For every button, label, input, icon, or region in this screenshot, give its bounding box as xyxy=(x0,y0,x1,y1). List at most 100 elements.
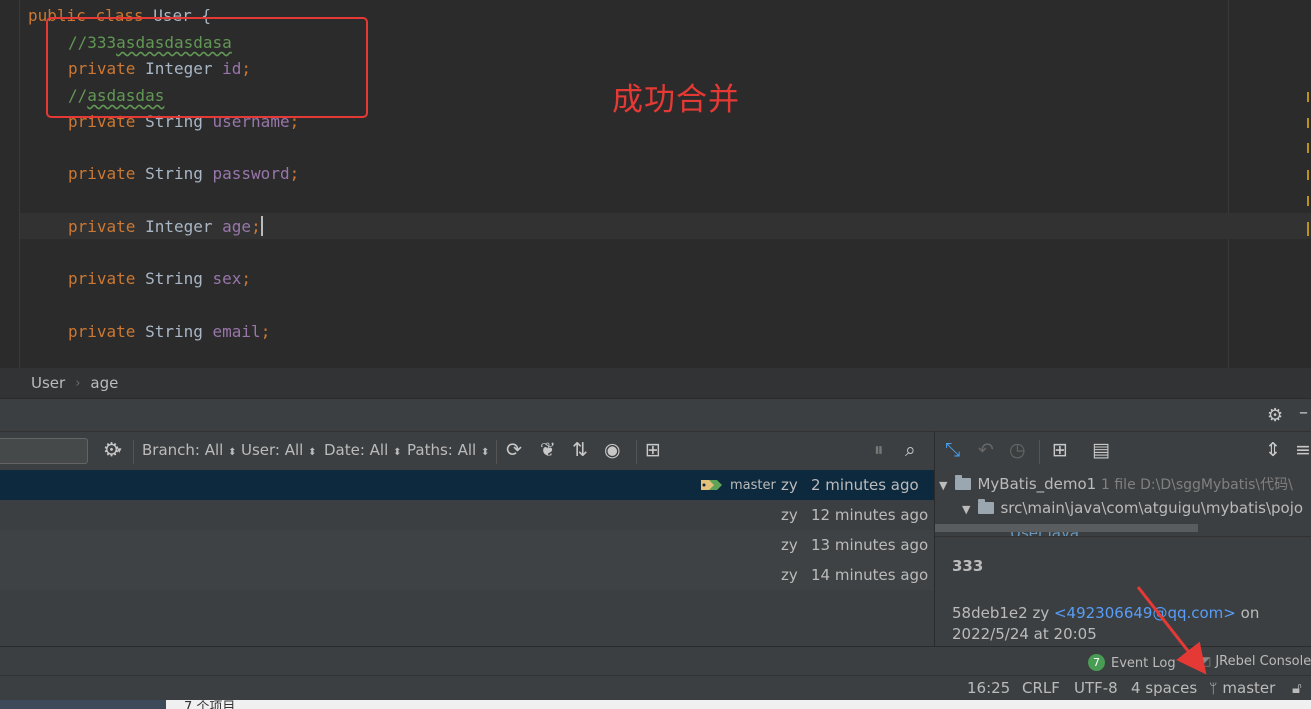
semicolon: ; xyxy=(260,322,271,341)
field-name: email xyxy=(212,322,261,341)
expand-all-icon[interactable]: ⇕ xyxy=(1265,439,1281,461)
text-caret xyxy=(260,216,263,236)
commit-datetime: 2022/5/24 at 20:05 xyxy=(952,625,1097,643)
project-name: MyBatis_demo1 xyxy=(977,475,1097,493)
scroll-marker[interactable] xyxy=(1307,92,1309,102)
user-filter[interactable]: User: All ⬍ xyxy=(241,441,317,459)
author-email-link[interactable]: <492306649@qq.com> xyxy=(1054,604,1236,622)
updown-arrow-icon: ⬍ xyxy=(228,447,237,458)
tool-windows-bar: 7 Event Log ◩ JRebel Console xyxy=(0,646,1311,676)
sort-arrows-icon[interactable]: ⇅ xyxy=(572,439,588,461)
tree-node-project[interactable]: ▼ MyBatis_demo1 1 file D:\D\sggMybatis\代码… xyxy=(939,474,1293,494)
dropdown-arrow-icon: ▾ xyxy=(117,446,122,456)
annotation-text: 成功合并 xyxy=(612,82,740,118)
field-name: sex xyxy=(212,269,242,288)
keyword: private xyxy=(68,164,136,183)
folder-icon xyxy=(955,475,972,490)
scroll-marker[interactable] xyxy=(1307,170,1309,180)
commit-row[interactable]: zy 12 minutes ago xyxy=(0,500,934,530)
file-encoding[interactable]: UTF-8 xyxy=(1074,679,1118,697)
branch-filter-label: Branch: All xyxy=(142,441,224,459)
group-by-icon[interactable]: ⊞ xyxy=(1052,439,1068,461)
search-icon[interactable]: ⌕ xyxy=(905,439,916,461)
commit-date: 14 minutes ago xyxy=(811,566,929,584)
gutter-divider xyxy=(19,0,20,368)
paths-filter[interactable]: Paths: All ⬍ xyxy=(407,441,489,459)
commit-on-label: on xyxy=(1240,604,1260,622)
user-filter-label: User: All xyxy=(241,441,304,459)
diff-arrows-icon[interactable]: ⤡ xyxy=(945,439,960,461)
branch-tag-label: master xyxy=(730,478,776,493)
commit-author: zy xyxy=(781,536,798,554)
code-editor[interactable]: public class User { //333asdasdasdasa pr… xyxy=(0,0,1311,368)
line-separator[interactable]: CRLF xyxy=(1022,679,1060,697)
folder-icon xyxy=(978,499,995,514)
commit-details: 333 58deb1e2 zy <492306649@qq.com> on 20… xyxy=(935,536,1311,647)
expanded-triangle-icon: ▼ xyxy=(939,479,948,492)
log-toolbar: ⚙ ▾ Branch: All ⬍ User: All ⬍ Date: All … xyxy=(0,431,934,471)
cherry-pick-icon[interactable]: ❦ xyxy=(540,439,556,461)
eye-icon[interactable]: ◉ xyxy=(604,439,621,461)
date-filter[interactable]: Date: All ⬍ xyxy=(324,441,401,459)
keyword: private xyxy=(68,322,136,341)
toolbar-separator xyxy=(496,440,497,464)
refresh-icon[interactable]: ⟳ xyxy=(506,439,522,461)
toolbar-separator xyxy=(636,440,637,464)
event-log-label: Event Log xyxy=(1111,656,1176,671)
jrebel-icon: ◩ xyxy=(1200,654,1212,668)
caret-position[interactable]: 16:25 xyxy=(967,679,1010,697)
event-log-button[interactable]: 7 Event Log xyxy=(1088,654,1176,671)
updown-arrow-icon: ⬍ xyxy=(308,447,317,458)
paths-filter-label: Paths: All xyxy=(407,441,477,459)
log-search-input[interactable] xyxy=(0,438,88,464)
tree-node-path[interactable]: ▼ src\main\java\com\atguigu\mybatis\pojo xyxy=(962,499,1303,517)
project-info: 1 file D:\D\sggMybatis\代码\ xyxy=(1101,477,1293,493)
taskbar-region xyxy=(0,700,166,709)
code-line-field-age[interactable]: private Integer age; xyxy=(68,214,263,240)
annotation-highlight-box xyxy=(46,17,368,118)
horizontal-scrollbar[interactable] xyxy=(935,524,1198,532)
keyword: private xyxy=(68,217,136,236)
gear-icon[interactable]: ⚙ xyxy=(1267,405,1283,426)
commit-date: 2 minutes ago xyxy=(811,476,919,494)
commit-author: zy xyxy=(781,566,798,584)
code-line-field-email[interactable]: private String email; xyxy=(68,319,270,345)
breadcrumb-member[interactable]: age xyxy=(90,374,118,392)
toolbar-separator xyxy=(133,440,134,464)
breadcrumb-class[interactable]: User xyxy=(31,374,65,392)
jrebel-console-button[interactable]: ◩ JRebel Console xyxy=(1200,654,1311,669)
scroll-marker[interactable] xyxy=(1307,118,1309,128)
new-tab-icon[interactable]: ⊞ xyxy=(645,439,661,461)
pause-icon[interactable]: ⏸ xyxy=(874,439,884,461)
layout-icon[interactable]: ▤ xyxy=(1092,439,1110,461)
commit-hash-author: 58deb1e2 zy xyxy=(952,604,1050,622)
undo-icon[interactable]: ↶ xyxy=(978,439,994,461)
scroll-marker[interactable] xyxy=(1307,222,1309,236)
os-strip-text: 7 个项目 xyxy=(184,700,236,709)
history-icon[interactable]: ◷ xyxy=(1009,439,1026,461)
commit-row[interactable]: zy 14 minutes ago xyxy=(0,560,934,590)
minimize-icon[interactable]: – xyxy=(1299,402,1308,423)
code-line-field-sex[interactable]: private String sex; xyxy=(68,266,251,292)
branch-filter[interactable]: Branch: All ⬍ xyxy=(142,441,237,459)
semicolon: ; xyxy=(251,217,261,236)
code-line-field-password[interactable]: private String password; xyxy=(68,161,299,187)
git-branch-icon: ᛘ xyxy=(1209,681,1218,697)
commit-date: 12 minutes ago xyxy=(811,506,929,524)
toolbar-separator xyxy=(1039,440,1040,464)
notification-badge: 7 xyxy=(1088,654,1105,671)
git-branch-widget[interactable]: ᛘ master xyxy=(1209,679,1275,697)
indent-setting[interactable]: 4 spaces xyxy=(1131,679,1197,697)
updown-arrow-icon: ⬍ xyxy=(480,447,490,458)
scroll-marker[interactable] xyxy=(1307,143,1309,153)
changes-toolbar: ⤡ ↶ ◷ ⊞ ▤ ⇕ ≡ xyxy=(935,431,1311,471)
unlock-icon[interactable]: 🔓︎ xyxy=(1292,679,1302,697)
commit-row[interactable]: zy 13 minutes ago xyxy=(0,530,934,560)
commit-row[interactable]: master zy 2 minutes ago xyxy=(0,470,934,500)
collapse-all-icon[interactable]: ≡ xyxy=(1295,439,1311,461)
keyword: private xyxy=(68,269,136,288)
semicolon: ; xyxy=(241,269,252,288)
chevron-right-icon: › xyxy=(75,375,81,391)
breadcrumb: User › age xyxy=(0,368,1311,398)
scroll-marker[interactable] xyxy=(1307,196,1309,206)
